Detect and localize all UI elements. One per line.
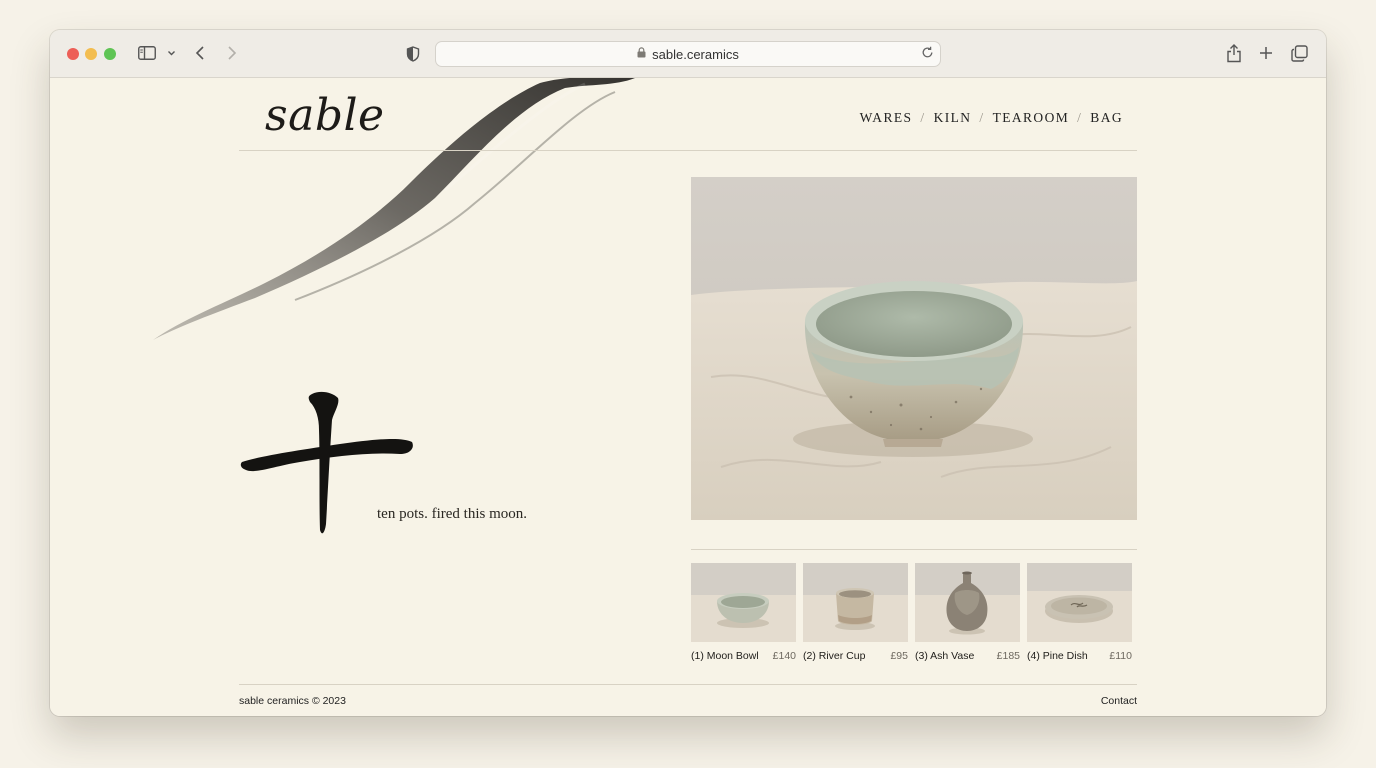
browser-toolbar: sable.ceramics — [50, 30, 1326, 78]
header-divider — [239, 150, 1137, 151]
chevron-down-icon[interactable] — [167, 46, 176, 64]
minimize-window-button[interactable] — [85, 48, 97, 60]
ink-brush-stroke — [153, 78, 635, 340]
back-icon[interactable] — [194, 45, 206, 65]
product-price: £95 — [890, 650, 908, 662]
close-window-button[interactable] — [67, 48, 79, 60]
lock-icon — [637, 47, 646, 61]
zoom-window-button[interactable] — [104, 48, 116, 60]
address-bar[interactable]: sable.ceramics — [435, 41, 941, 67]
product-name[interactable]: (2) River Cup — [803, 650, 865, 662]
product-thumbnail-ash-vase[interactable] — [915, 563, 1020, 642]
tab-overview-icon[interactable] — [1291, 45, 1308, 66]
footer-divider — [239, 684, 1137, 685]
product-name[interactable]: (1) Moon Bowl — [691, 650, 759, 662]
browser-window: sable.ceramics sable WARES / KILN / TEAR… — [50, 30, 1326, 716]
url-text: sable.ceramics — [652, 46, 739, 62]
nav-item-bag[interactable]: BAG — [1090, 110, 1123, 126]
footer-copyright: sable ceramics © 2023 — [239, 695, 346, 707]
product-card[interactable]: (2) River Cup £95 — [803, 563, 908, 662]
product-thumbnail-moon-bowl[interactable] — [691, 563, 796, 642]
thumbs-divider — [691, 549, 1137, 550]
reload-icon[interactable] — [921, 46, 934, 62]
product-card[interactable]: (3) Ash Vase £185 — [915, 563, 1020, 662]
product-card[interactable]: (1) Moon Bowl £140 — [691, 563, 796, 662]
nav-separator: / — [1077, 110, 1083, 125]
nav-separator: / — [979, 110, 985, 125]
product-name[interactable]: (4) Pine Dish — [1027, 650, 1088, 662]
product-thumbnail-river-cup[interactable] — [803, 563, 908, 642]
product-thumbnail-pine-dish[interactable] — [1027, 563, 1132, 642]
contact-link[interactable]: Contact — [1101, 695, 1137, 707]
web-page: sable WARES / KILN / TEAROOM / BAG 十 ten… — [50, 78, 1326, 716]
sidebar-toggle-icon[interactable] — [138, 46, 156, 64]
hero-product-image[interactable] — [691, 177, 1137, 520]
forward-icon[interactable] — [226, 45, 238, 65]
product-price: £110 — [1109, 650, 1132, 662]
nav-item-wares[interactable]: WARES — [860, 110, 913, 126]
nav-item-kiln[interactable]: KILN — [934, 110, 972, 126]
main-nav: WARES / KILN / TEAROOM / BAG — [860, 110, 1123, 126]
product-price: £140 — [772, 650, 796, 662]
new-tab-icon[interactable] — [1259, 46, 1273, 64]
product-name[interactable]: (3) Ash Vase — [915, 650, 974, 662]
product-card[interactable]: (4) Pine Dish £110 — [1027, 563, 1132, 662]
nav-item-tearoom[interactable]: TEAROOM — [993, 110, 1070, 126]
nav-separator: / — [920, 110, 926, 125]
product-price: £185 — [996, 650, 1020, 662]
privacy-shield-icon[interactable] — [406, 46, 420, 66]
site-logo[interactable]: sable — [265, 90, 385, 141]
tagline: ten pots. fired this moon. — [377, 506, 527, 522]
share-icon[interactable] — [1226, 44, 1242, 67]
